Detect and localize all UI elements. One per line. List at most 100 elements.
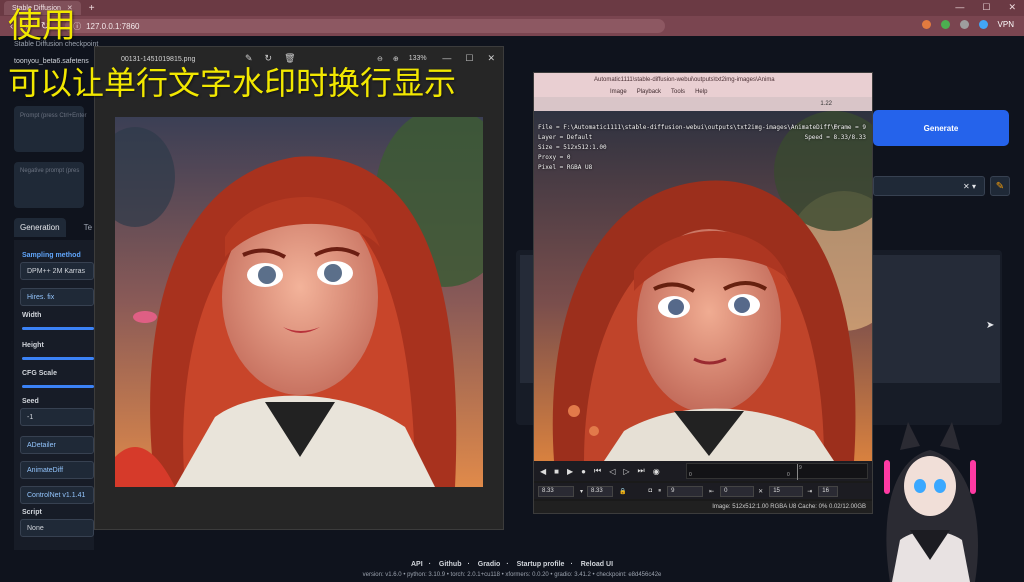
osd-speed: Speed = 8.33/8.33 (804, 134, 866, 141)
zoom-out-icon[interactable]: ⊖ (377, 55, 383, 63)
seed-input[interactable]: -1 (20, 408, 94, 426)
negative-prompt-placeholder: Negative prompt (pres (20, 168, 80, 174)
lock-icon[interactable]: 🔒 (619, 488, 626, 495)
footer-link-startup-profile[interactable]: Startup profile (517, 561, 565, 568)
script-select[interactable]: None (20, 519, 94, 537)
sampling-method-select[interactable]: DPM++ 2M Karras (20, 262, 94, 280)
watermark-line-1: 使用 (8, 6, 76, 46)
zoom-level: 133% (408, 55, 427, 62)
menu-tools[interactable]: Tools (671, 89, 685, 95)
prompt-placeholder: Prompt (press Ctrl+Enter (20, 113, 87, 119)
minimize-icon[interactable]: — (442, 53, 451, 64)
pause-icon[interactable]: ⏸ (658, 488, 661, 495)
maximize-icon[interactable]: ☐ (982, 2, 990, 13)
zoom-value[interactable]: 1.22 (820, 101, 832, 107)
frame-count: 16 (818, 485, 839, 497)
extension-icon[interactable] (959, 20, 969, 29)
viewer2-osd: File = F:\Automatic1111\stable-diffusion… (538, 123, 838, 173)
streamer-avatar (884, 422, 978, 582)
address-bar-row: ‹ › ↻ ⓘ 127.0.0.1:7860 VPN (0, 16, 1024, 36)
animatediff-accordion[interactable]: AnimateDiff (20, 461, 94, 479)
timeline-start: 0 (689, 472, 692, 478)
osd-pixel: Pixel = RGBA U8 (538, 164, 593, 171)
viewer2-menu: Image Playback Tools Help (534, 87, 872, 97)
out-point-icon[interactable]: ⇥ (807, 488, 812, 495)
controlnet-accordion[interactable]: ControlNet v1.1.41 (20, 486, 94, 504)
osd-file: File = F:\Automatic1111\stable-diffusion… (538, 124, 838, 131)
stop-icon[interactable]: ■ (554, 467, 559, 476)
fps-actual: 8.33 (587, 485, 614, 497)
next-frame-icon[interactable]: ▷ (623, 467, 629, 476)
width-slider[interactable] (22, 327, 94, 330)
seed-label: Seed (22, 398, 39, 405)
hires-fix-accordion[interactable]: Hires. fix (20, 288, 94, 306)
cache-icon[interactable]: ◉ (653, 467, 660, 476)
viewer2-toolbar: 1.22 (534, 97, 872, 111)
viewer2-status-bar: Image: 512x512:1.00 RGBA U8 Cache: 0% 0.… (534, 501, 872, 513)
menu-playback[interactable]: Playback (637, 89, 661, 95)
fps-input[interactable]: 8.33 (538, 485, 574, 497)
timeline-playhead[interactable] (797, 464, 798, 480)
reset-in-icon[interactable]: ✕ (758, 488, 763, 495)
end-frame-input[interactable]: 15 (769, 485, 804, 497)
styles-select[interactable]: ✕ ▾ (873, 176, 985, 196)
in-point-icon[interactable]: ⇤ (709, 488, 714, 495)
maximize-icon[interactable]: ☐ (465, 53, 473, 64)
zoom-in-icon[interactable]: ⊕ (393, 55, 399, 63)
prev-frame-icon[interactable]: ◁ (609, 467, 615, 476)
generation-tabs: Generation Te (14, 218, 98, 237)
current-frame-input[interactable]: 9 (667, 485, 704, 497)
edit-styles-icon[interactable]: ✎ (990, 176, 1010, 196)
width-label: Width (22, 312, 42, 319)
play-icon[interactable]: ▶ (567, 467, 573, 476)
vpn-label[interactable]: VPN (998, 20, 1014, 29)
footer-link-reload-ui[interactable]: Reload UI (581, 561, 613, 568)
sequence-viewer-window: Automatic1111\stable-diffusion-webui\out… (533, 72, 873, 514)
footer-link-github[interactable]: Github (439, 561, 462, 568)
timeline-current: 9 (799, 465, 802, 471)
extension-icon[interactable] (940, 20, 950, 29)
generate-button[interactable]: Generate (873, 110, 1009, 146)
height-label: Height (22, 342, 44, 349)
loop-icon[interactable]: ● (581, 467, 586, 476)
viewer2-title: Automatic1111\stable-diffusion-webui\out… (534, 73, 872, 87)
adetailer-accordion[interactable]: ADetailer (20, 436, 94, 454)
cfg-scale-label: CFG Scale (22, 370, 58, 377)
delete-icon[interactable]: 🗑 (284, 53, 295, 64)
extensions: VPN (921, 20, 1014, 29)
new-tab-icon[interactable]: + (89, 3, 95, 14)
close-icon[interactable]: ✕ (487, 53, 495, 64)
menu-help[interactable]: Help (695, 89, 707, 95)
first-frame-icon[interactable]: ⏮ (594, 466, 601, 476)
anime-girl-image (115, 117, 483, 487)
close-window-icon[interactable]: ✕ (1008, 2, 1016, 13)
fps-dropdown-icon[interactable]: ▾ (580, 488, 583, 495)
url-field[interactable]: ⓘ 127.0.0.1:7860 (65, 19, 666, 33)
osd-proxy: Proxy = 0 (538, 154, 571, 161)
rotate-icon[interactable]: ↻ (265, 53, 273, 64)
url-text: 127.0.0.1:7860 (86, 21, 140, 31)
footer-link-gradio[interactable]: Gradio (478, 561, 501, 568)
image-viewer-window: 00131-1451019815.png ✎ ↻ 🗑 ⊖ ⊕ 133% — ☐ … (94, 46, 504, 530)
viewer-window-controls: — ☐ ✕ (442, 53, 495, 64)
last-frame-icon[interactable]: ⏭ (638, 466, 645, 476)
height-slider[interactable] (22, 357, 94, 360)
clear-icon[interactable]: ✕ ▾ (963, 182, 976, 191)
cfg-scale-slider[interactable] (22, 385, 94, 388)
start-frame-input[interactable]: 0 (720, 485, 755, 497)
menu-image[interactable]: Image (610, 89, 627, 95)
frame-controls: 8.33 ▾ 8.33 🔒 ◘ ⏸ 9 ⇤ 0 ✕ 15 ⇥ 16 (534, 483, 872, 499)
tab-generation[interactable]: Generation (14, 218, 66, 237)
minimize-icon[interactable]: — (955, 2, 964, 13)
window-controls: — ☐ ✕ (955, 2, 1016, 13)
viewer-filename: 00131-1451019815.png (121, 55, 196, 63)
play-reverse-icon[interactable]: ◀ (540, 467, 546, 476)
edit-icon[interactable]: ✎ (245, 53, 253, 64)
extension-icon[interactable] (978, 20, 988, 29)
osd-size: Size = 512x512:1.00 (538, 144, 607, 151)
timeline-slider[interactable]: 0 0 9 (686, 463, 868, 480)
footer-link-api[interactable]: API (411, 561, 423, 568)
camera-icon[interactable]: ◘ (649, 488, 653, 494)
fox-icon[interactable] (921, 20, 931, 29)
osd-frame: Frame = 9 (833, 124, 866, 131)
